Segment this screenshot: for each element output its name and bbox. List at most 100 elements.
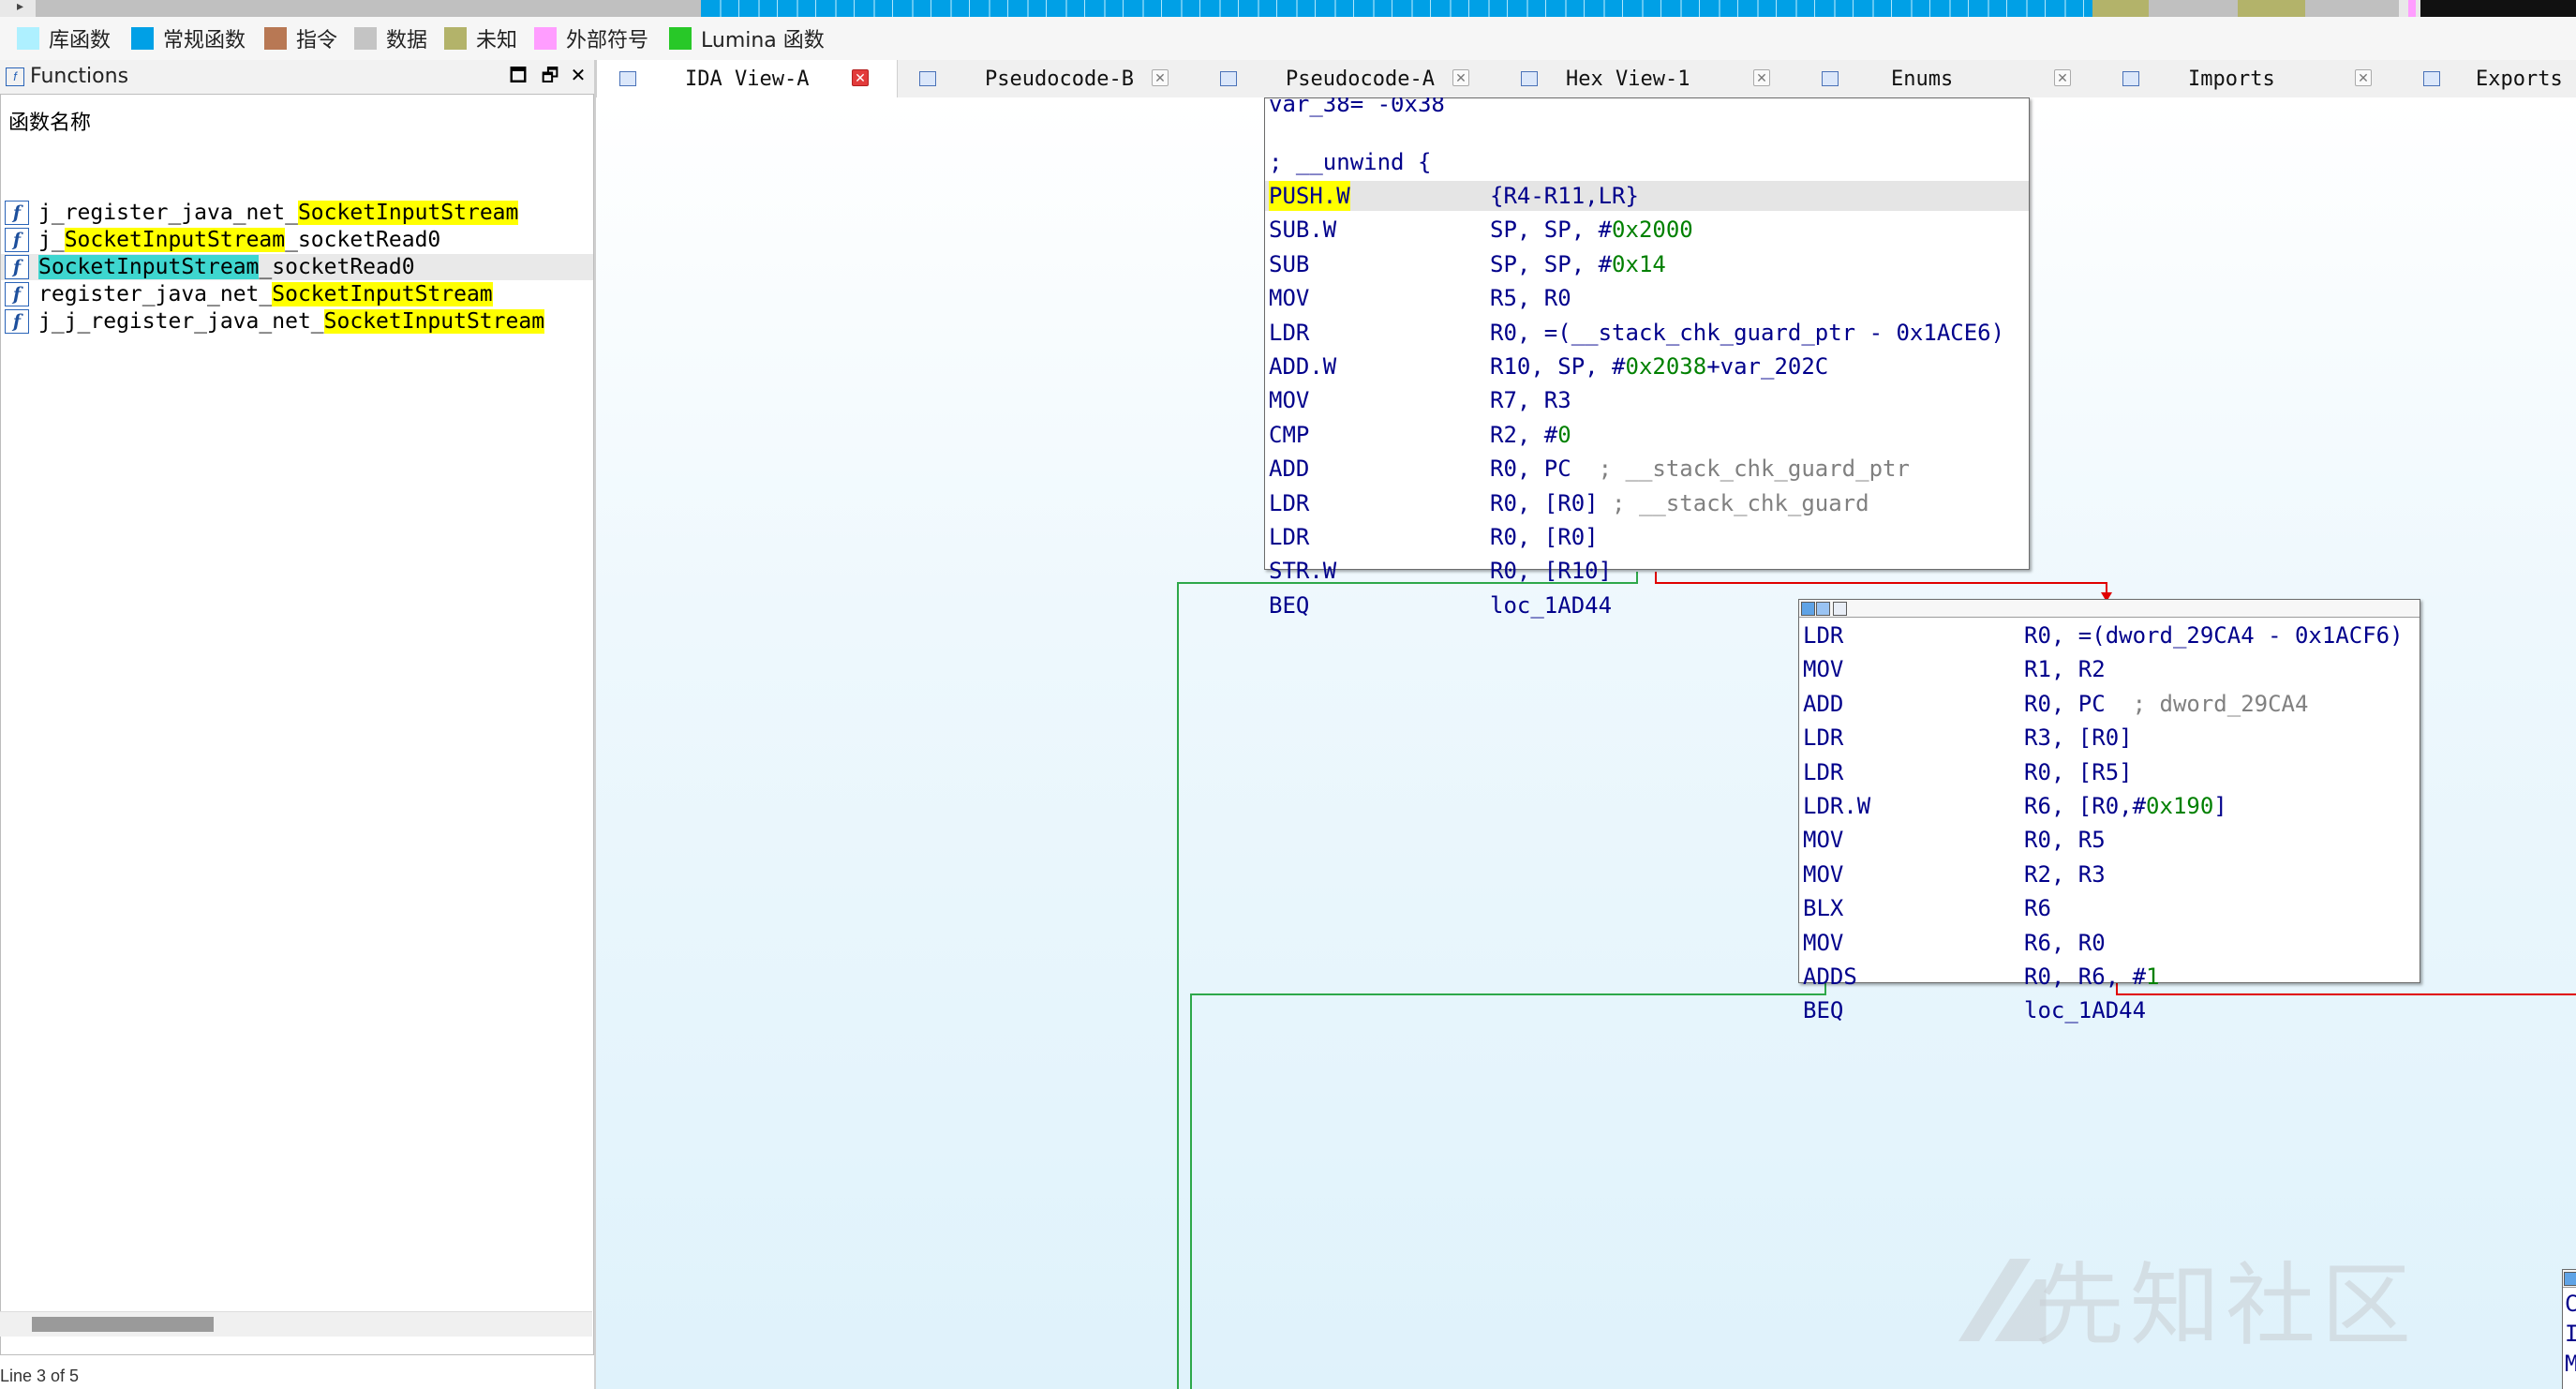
legend-label: 外部符号 — [566, 29, 649, 52]
block-color-icon[interactable] — [1801, 602, 1815, 616]
nav-segment-unknown — [2092, 0, 2149, 17]
close-tab-icon[interactable]: ✕ — [2355, 69, 2372, 86]
function-icon: f — [5, 309, 29, 334]
close-tab-icon[interactable]: ✕ — [852, 69, 869, 86]
mnemonic: ADD.W — [1269, 353, 1337, 380]
asm-instruction-row[interactable]: LDR R0, =(dword_29CA4 - 0x1ACF6) — [1799, 620, 2420, 650]
mnemonic: MOV — [1803, 860, 1844, 888]
operands: R2, #0 — [1490, 421, 1571, 448]
functions-list[interactable]: 函数名称 f j_register_java_net_SocketInputSt… — [0, 94, 594, 1355]
basic-block-3-partial[interactable]: C I M — [2562, 1269, 2576, 1389]
tab-enums[interactable]: Enums ✕ — [1799, 60, 2099, 97]
asm-instruction-row[interactable]: ADD.W R10, SP, #0x2038+var_202C — [1265, 351, 2029, 381]
edge-true-branch — [1177, 572, 1638, 1389]
tab-ida-view-a[interactable]: IDA View-A ✕ — [596, 60, 898, 98]
asm-instruction-row[interactable]: PUSH.W {R4-R11,LR} — [1265, 181, 2029, 211]
function-icon: f — [5, 282, 29, 306]
tab-imports[interactable]: Imports ✕ — [2100, 60, 2400, 97]
legend-swatch — [669, 27, 692, 50]
tab-label: IDA View-A — [685, 67, 810, 91]
asm-instruction-row[interactable]: LDR.W R6, [R0,#0x190] — [1799, 791, 2420, 821]
legend-item-regular: 常规函数 — [131, 26, 246, 52]
mnemonic: MOV — [1803, 929, 1844, 956]
tab-label: Pseudocode-B — [985, 67, 1134, 91]
operands: R1, R2 — [2024, 656, 2106, 683]
asm-instruction-row[interactable]: CMP R2, #0 — [1265, 420, 2029, 450]
asm-instruction-row[interactable]: BLX R6 — [1799, 893, 2420, 923]
mnemonic: STR.W — [1269, 558, 1337, 585]
asm-row: M — [2563, 1349, 2576, 1379]
legend-swatch — [17, 27, 39, 50]
asm-instruction-row[interactable]: LDR R0, [R0] ; __stack_chk_guard — [1265, 488, 2029, 518]
tab-label: Hex View-1 — [1566, 67, 1690, 91]
operands: R0, [R0] — [1490, 524, 1599, 550]
restore-icon[interactable]: 🗗 — [538, 64, 562, 88]
basic-block-2[interactable]: LDR R0, =(dword_29CA4 - 0x1ACF6) MOV R1, R2… — [1798, 599, 2420, 1023]
function-icon: f — [5, 201, 29, 225]
navigation-band[interactable]: ▸ — [0, 0, 2576, 17]
pseudocode-icon — [1220, 71, 1237, 86]
asm-instruction-row[interactable]: ADD R0, PC ; __stack_chk_guard_ptr — [1265, 454, 2029, 484]
mnemonic: MOV — [1269, 285, 1310, 312]
asm-instruction-row[interactable]: LDR R0, [R5] — [1799, 757, 2420, 787]
asm-instruction-row[interactable]: ADD R0, PC ; dword_29CA4 — [1799, 689, 2420, 719]
close-tab-icon[interactable]: ✕ — [1152, 69, 1169, 86]
tab-exports[interactable]: Exports — [2401, 60, 2576, 97]
mnemonic: BLX — [1803, 895, 1844, 922]
nav-segment-external — [2408, 0, 2416, 17]
operands: loc_1AD44 — [1490, 591, 1613, 619]
operands: SP, SP, #0x2000 — [1490, 217, 1693, 244]
functions-title-bar[interactable]: f Functions 🗖 🗗 ✕ — [0, 60, 594, 95]
close-tab-icon[interactable]: ✕ — [2054, 69, 2071, 86]
functions-title: Functions — [30, 65, 129, 88]
maximize-icon[interactable]: 🗖 — [506, 64, 530, 88]
name-prefix: j_ — [38, 228, 65, 252]
function-row[interactable]: f j_j_register_java_net_SocketInputStrea… — [1, 308, 593, 335]
legend-item-instruction: 指令 — [264, 26, 337, 52]
asm-instruction-row[interactable]: LDR R0, =(__stack_chk_guard_ptr - 0x1ACE6… — [1265, 318, 2029, 348]
mnemonic: LDR — [1803, 758, 1844, 785]
asm-unwind-line: ; __unwind { — [1265, 147, 2029, 177]
tab-pseudocode-a[interactable]: Pseudocode-A ✕ — [1198, 60, 1497, 97]
nav-segment-data — [36, 0, 701, 17]
tab-hex-view-1[interactable]: Hex View-1 ✕ — [1498, 60, 1798, 97]
ida-graph-view[interactable]: var_38= -0x38 ; __unwind { PUSH.W {R4-R11… — [596, 97, 2576, 1389]
asm-instruction-row[interactable]: STR.W R0, [R10] — [1265, 556, 2029, 586]
mnemonic: SUB — [1269, 250, 1310, 277]
asm-instruction-row[interactable]: MOV R1, R2 — [1799, 654, 2420, 684]
operands: R0, R6, #1 — [2024, 963, 2160, 990]
close-icon[interactable]: ✕ — [566, 64, 590, 88]
close-tab-icon[interactable]: ✕ — [1452, 69, 1469, 86]
function-row[interactable]: f j_SocketInputStream_socketRead0 — [1, 227, 593, 253]
basic-block-entry[interactable]: var_38= -0x38 ; __unwind { PUSH.W {R4-R11… — [1264, 97, 2030, 619]
asm-instruction-row[interactable]: MOV R2, R3 — [1799, 859, 2420, 889]
asm-instruction-row[interactable]: LDR R3, [R0] — [1799, 723, 2420, 753]
column-header-function-name[interactable]: 函数名称 — [8, 106, 91, 136]
function-row-selected[interactable]: f SocketInputStream_socketRead0 — [1, 254, 593, 280]
asm-instruction-row[interactable]: SUB SP, SP, #0x14 — [1265, 249, 2029, 279]
nav-band-arrow-icon[interactable]: ▸ — [17, 0, 23, 14]
tab-label: Pseudocode-A — [1286, 67, 1435, 91]
tab-pseudocode-b[interactable]: Pseudocode-B ✕ — [897, 60, 1197, 97]
asm-instruction-row[interactable]: ADDS R0, R6, #1 — [1799, 962, 2420, 992]
asm-instruction-row[interactable]: MOV R7, R3 — [1265, 385, 2029, 415]
block-group-icon[interactable] — [1816, 602, 1830, 616]
block-color-icon[interactable] — [2564, 1272, 2576, 1286]
asm-instruction-row[interactable]: SUB.W SP, SP, #0x2000 — [1265, 215, 2029, 245]
function-row[interactable]: f register_java_net_SocketInputStream — [1, 281, 593, 307]
operands: R0, [R10] — [1490, 558, 1613, 585]
close-tab-icon[interactable]: ✕ — [1753, 69, 1770, 86]
block-list-icon[interactable] — [1833, 602, 1847, 616]
asm-instruction-row[interactable]: MOV R0, R5 — [1799, 825, 2420, 855]
horizontal-scrollbar[interactable] — [0, 1311, 592, 1337]
function-name: j_register_java_net_SocketInputStream — [38, 200, 519, 226]
asm-var-line: var_38= -0x38 — [1265, 97, 2029, 119]
asm-instruction-row[interactable]: BEQ loc_1AD44 — [1799, 995, 2420, 1025]
asm-instruction-row[interactable]: MOV R6, R0 — [1799, 928, 2420, 958]
asm-instruction-row[interactable]: LDR R0, [R0] — [1265, 522, 2029, 552]
mnemonic: ADDS — [1803, 963, 1857, 990]
functions-status: Line 3 of 5 — [0, 1367, 80, 1385]
function-row[interactable]: f j_register_java_net_SocketInputStream — [1, 200, 593, 226]
scrollbar-thumb[interactable] — [32, 1317, 214, 1332]
asm-instruction-row[interactable]: MOV R5, R0 — [1265, 283, 2029, 313]
